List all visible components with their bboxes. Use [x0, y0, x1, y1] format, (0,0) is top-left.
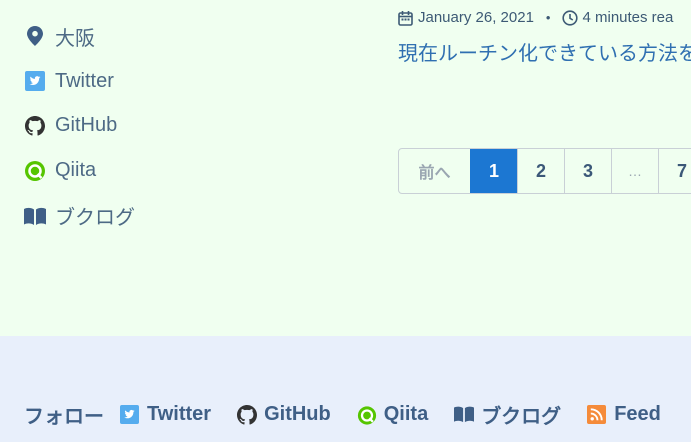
calendar-icon	[398, 10, 414, 26]
sidebar-item-label: Qiita	[55, 159, 97, 182]
author-links: 大阪 Twitter GitHub Qiita ブクログ	[24, 14, 135, 238]
page-3-button[interactable]: 3	[564, 149, 611, 193]
page-1-button[interactable]: 1	[470, 149, 517, 193]
footer-link-booklog[interactable]: ブクログ	[454, 400, 561, 429]
footer-link-label: Twitter	[147, 403, 212, 425]
location-item: 大阪	[24, 14, 135, 59]
twitter-icon	[24, 70, 46, 92]
qiita-icon	[357, 405, 377, 425]
book-icon	[454, 405, 475, 425]
sidebar-item-qiita[interactable]: Qiita	[24, 148, 135, 193]
clock-icon	[562, 9, 579, 26]
qiita-icon	[24, 160, 46, 182]
footer-link-label: Qiita	[383, 403, 429, 425]
prev-page-button[interactable]: 前へ	[399, 149, 470, 193]
sidebar-item-label: ブクログ	[55, 207, 135, 230]
post-meta: January 26, 2021 • 4 minutes rea	[398, 9, 673, 26]
post-date: January 26, 2021	[418, 9, 534, 26]
post-title-link[interactable]: 現在ルーチン化できている方法を	[398, 37, 691, 66]
meta-separator: •	[545, 10, 551, 25]
github-icon	[237, 404, 258, 425]
location-label: 大阪	[55, 27, 95, 50]
sidebar-item-twitter[interactable]: Twitter	[24, 59, 135, 104]
footer-link-github[interactable]: GitHub	[237, 403, 331, 426]
footer-link-label: ブクログ	[481, 406, 562, 428]
footer-link-label: Feed	[614, 403, 661, 425]
footer-link-qiita[interactable]: Qiita	[357, 403, 428, 426]
pagination-ellipsis: …	[611, 149, 658, 193]
follow-label: フォロー	[24, 406, 104, 428]
sidebar-item-label: Twitter	[55, 69, 114, 92]
footer: フォロー Twitter GitHub Qiita ブクログ Feed	[0, 336, 691, 442]
follow-bar: フォロー Twitter GitHub Qiita ブクログ Feed	[24, 400, 687, 429]
footer-link-twitter[interactable]: Twitter	[120, 403, 211, 426]
rss-feed-icon	[587, 404, 607, 425]
sidebar-item-github[interactable]: GitHub	[24, 104, 135, 149]
book-icon	[24, 205, 46, 227]
sidebar-item-booklog[interactable]: ブクログ	[24, 193, 135, 238]
sidebar-item-label: GitHub	[55, 114, 118, 137]
read-time: 4 minutes rea	[582, 9, 674, 26]
page-2-button[interactable]: 2	[517, 149, 564, 193]
location-pin-icon	[24, 25, 46, 47]
pagination: 前へ 1 2 3 … 7	[398, 148, 691, 194]
footer-link-label: GitHub	[264, 403, 331, 425]
footer-link-feed[interactable]: Feed	[587, 403, 661, 426]
github-icon	[24, 115, 46, 137]
page-7-button[interactable]: 7	[658, 149, 691, 193]
twitter-icon	[120, 404, 140, 425]
